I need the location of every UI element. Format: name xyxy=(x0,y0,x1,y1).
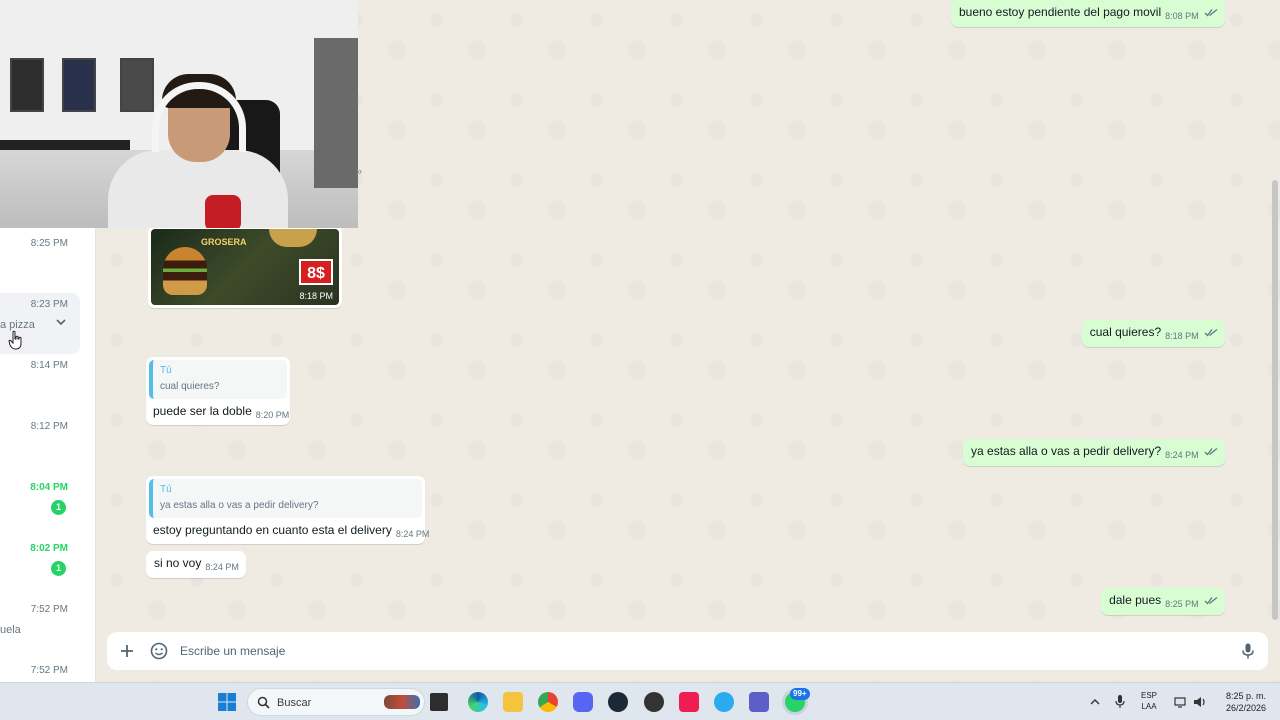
webcam-door xyxy=(314,38,358,188)
image-message[interactable]: GROSERA 8$ 8:18 PM xyxy=(148,226,342,308)
search-placeholder: Buscar xyxy=(277,697,312,709)
keyboard-layout: LAA xyxy=(1141,702,1157,711)
language-indicator[interactable]: ESP LAA xyxy=(1141,690,1157,712)
double-check-icon xyxy=(1204,596,1218,605)
unread-badge: 1 xyxy=(51,561,66,576)
message-bubble-incoming[interactable]: si no voy 8:24 PM xyxy=(146,551,246,578)
message-compose-bar: Escribe un mensaje xyxy=(107,632,1268,670)
double-check-icon xyxy=(1204,328,1218,337)
network-icon[interactable] xyxy=(1174,695,1188,709)
microphone-icon[interactable] xyxy=(1238,641,1258,661)
message-text: si no voy xyxy=(154,556,202,570)
message-time: 8:24 PM xyxy=(395,529,430,539)
webcam-table xyxy=(0,140,130,150)
price-tag: 8$ xyxy=(299,259,333,285)
message-bubble-incoming[interactable]: Tú ya estas alla o vas a pedir delivery?… xyxy=(146,476,429,544)
message-text: ya estas alla o vas a pedir delivery? xyxy=(971,444,1162,458)
message-text: cual quieres? xyxy=(1089,325,1162,339)
steam-icon[interactable] xyxy=(608,692,628,712)
chat-list-item[interactable]: 8:25 PM xyxy=(0,232,95,293)
message-bubble-incoming[interactable]: Tú cual quieres? puede ser la doble 8:20 … xyxy=(146,357,290,425)
fries-graphic xyxy=(269,229,317,247)
chrome-icon[interactable] xyxy=(538,692,558,712)
chat-time: 8:12 PM xyxy=(30,421,68,432)
chat-list-item[interactable]: 8:02 PM 1 xyxy=(0,537,95,598)
edge-browser-icon[interactable] xyxy=(468,692,488,712)
burger-graphic xyxy=(163,247,207,295)
message-time: 8:25 PM xyxy=(1165,599,1199,609)
unread-badge: 1 xyxy=(51,500,66,515)
tiktok-icon[interactable] xyxy=(679,692,699,712)
message-time: 8:24 PM xyxy=(205,562,239,572)
chat-time: 7:52 PM xyxy=(30,665,68,676)
language-code: ESP xyxy=(1141,691,1158,700)
message-time: 8:20 PM xyxy=(255,410,290,420)
message-bubble-outgoing[interactable]: dale pues 8:25 PM xyxy=(1101,588,1225,615)
chat-time: 8:25 PM xyxy=(30,238,68,249)
chat-list-item[interactable]: 8:12 PM xyxy=(0,415,95,476)
search-highlight-image xyxy=(384,695,420,709)
task-view-icon[interactable] xyxy=(430,693,448,711)
quote-author: Tú xyxy=(160,365,172,376)
hand-cursor-icon xyxy=(8,330,22,350)
taskbar-search[interactable]: Buscar xyxy=(247,688,425,716)
message-input[interactable]: Escribe un mensaje xyxy=(180,644,285,658)
chat-time: 8:04 PM xyxy=(30,482,68,493)
chat-list-item[interactable]: 7:52 PM uela xyxy=(0,598,95,659)
burger-image[interactable]: GROSERA 8$ 8:18 PM xyxy=(151,229,339,305)
system-clock[interactable]: 8:25 p. m. 26/2/2026 xyxy=(1216,690,1266,714)
webcam-microphone xyxy=(205,195,241,228)
message-bubble-outgoing[interactable]: cual quieres? 8:18 PM xyxy=(1081,320,1225,347)
search-icon xyxy=(257,696,270,709)
message-time: 8:24 PM xyxy=(1165,450,1199,460)
clock-date: 26/2/2026 xyxy=(1225,703,1266,713)
plus-icon[interactable] xyxy=(117,641,137,661)
chat-time: 8:02 PM xyxy=(30,543,68,554)
chat-list-item[interactable]: 7:52 PM xyxy=(0,659,95,682)
chat-list-item[interactable]: 8:04 PM 1 xyxy=(0,476,95,537)
clock-time: 8:25 p. m. xyxy=(1225,691,1266,701)
message-time: 8:18 PM xyxy=(299,291,333,301)
quoted-message[interactable]: Tú cual quieres? xyxy=(149,360,287,399)
quoted-message[interactable]: Tú ya estas alla o vas a pedir delivery? xyxy=(149,479,422,518)
telegram-icon[interactable] xyxy=(714,692,734,712)
windows-start-icon[interactable] xyxy=(217,692,237,712)
message-text: bueno estoy pendiente del pago movil xyxy=(958,5,1162,19)
chat-time: 8:14 PM xyxy=(30,360,68,371)
message-bubble-outgoing[interactable]: ya estas alla o vas a pedir delivery? 8:2… xyxy=(963,439,1225,466)
taskbar: Buscar 99+ ESP LAA 8:25 p. m. 26/2/2026 xyxy=(0,682,1280,720)
message-text: puede ser la doble xyxy=(153,404,252,418)
double-check-icon xyxy=(1204,8,1218,17)
microphone-icon[interactable] xyxy=(1114,694,1126,710)
message-time: 8:18 PM xyxy=(1165,331,1199,341)
message-bubble-outgoing[interactable]: bueno estoy pendiente del pago movil 8:08… xyxy=(950,0,1225,27)
obs-icon[interactable] xyxy=(644,692,664,712)
chat-list-item[interactable]: 8:14 PM xyxy=(0,354,95,415)
webcam-poster xyxy=(10,58,44,112)
sticker-icon[interactable] xyxy=(149,641,169,661)
message-time: 8:08 PM xyxy=(1165,11,1199,21)
double-check-icon xyxy=(1204,447,1218,456)
chevron-down-icon[interactable] xyxy=(54,315,68,329)
quote-text: cual quieres? xyxy=(160,381,220,392)
chat-time: 7:52 PM xyxy=(30,604,68,615)
discord-icon[interactable] xyxy=(573,692,593,712)
whatsapp-unread-badge: 99+ xyxy=(790,688,810,700)
webcam-poster xyxy=(120,58,154,112)
file-explorer-icon[interactable] xyxy=(503,692,523,712)
teams-icon[interactable] xyxy=(749,692,769,712)
speaker-icon[interactable] xyxy=(1193,695,1207,709)
chat-time: 8:23 PM xyxy=(30,299,68,310)
quote-text: ya estas alla o vas a pedir delivery? xyxy=(160,500,319,511)
message-text: estoy preguntando en cuanto esta el deli… xyxy=(153,523,392,537)
webcam-poster xyxy=(62,58,96,112)
message-text: dale pues xyxy=(1109,593,1162,607)
chat-preview: uela xyxy=(0,624,21,636)
webcam-overlay xyxy=(0,0,358,228)
collapse-handle-icon[interactable]: » xyxy=(356,166,362,178)
quote-author: Tú xyxy=(160,484,172,495)
image-title: GROSERA xyxy=(201,237,247,247)
scrollbar[interactable] xyxy=(1272,180,1278,620)
chevron-up-icon[interactable] xyxy=(1089,697,1101,707)
